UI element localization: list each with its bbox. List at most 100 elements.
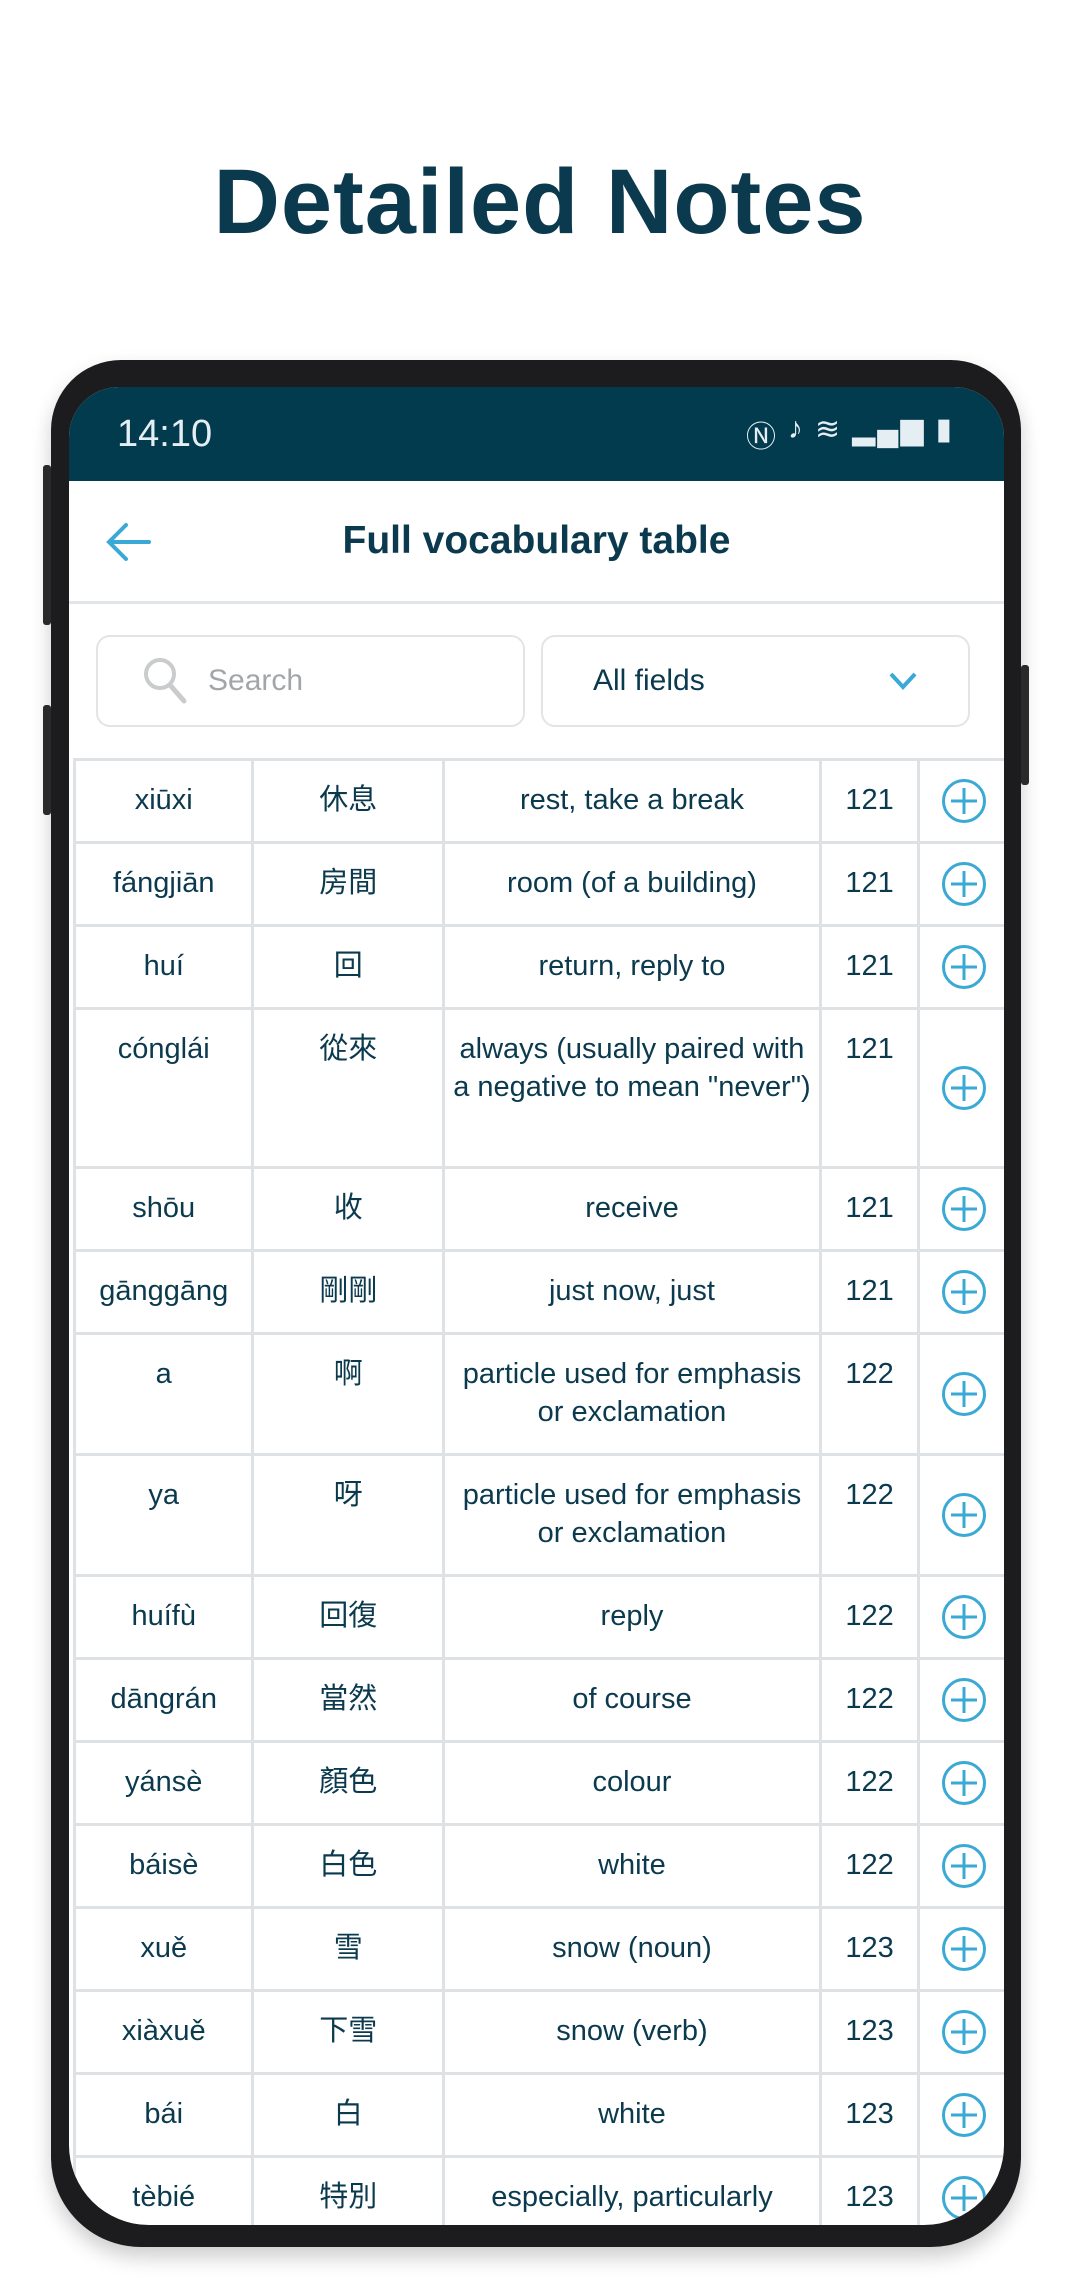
hanzi-cell: 收 — [251, 1166, 445, 1252]
meaning-cell: especially, particularly — [441, 2155, 822, 2225]
status-icons: Ⓝ ♪ ≋ ▂▄▆ ▮ — [746, 412, 954, 456]
lesson-cell: 121 — [820, 1007, 921, 1169]
meaning-cell: of course — [441, 1657, 822, 1743]
search-input[interactable]: Search — [96, 635, 525, 727]
meaning-cell: always (usually paired with a negative t… — [441, 1007, 822, 1169]
pinyin-cell: xiàxuě — [72, 1989, 255, 2075]
add-cell — [917, 758, 1004, 844]
add-circle-icon[interactable] — [942, 1493, 987, 1537]
add-cell — [917, 1007, 1004, 1169]
hanzi-cell: 白 — [251, 2072, 445, 2158]
table-row: tèbié 特別 especially, particularly 123 — [72, 2155, 1004, 2225]
meaning-cell: white — [441, 1823, 822, 1909]
hanzi-cell: 特別 — [251, 2155, 445, 2225]
pinyin-cell: huí — [72, 924, 255, 1010]
table-row: yánsè 顏色 colour 122 — [72, 1740, 1004, 1826]
hanzi-cell: 顏色 — [251, 1740, 445, 1826]
lesson-cell: 122 — [820, 1740, 921, 1826]
table-row: cónglái 從來 always (usually paired with a n… — [72, 1007, 1004, 1169]
add-cell — [917, 2072, 1004, 2158]
meaning-cell: just now, just — [441, 1249, 822, 1335]
add-cell — [917, 1453, 1004, 1577]
add-circle-icon[interactable] — [942, 1761, 987, 1805]
table-row: bái 白 white 123 — [72, 2072, 1004, 2158]
volume-button — [43, 465, 51, 625]
pinyin-cell: cónglái — [72, 1007, 255, 1169]
headline: Detailed Notes — [213, 151, 867, 253]
add-cell — [917, 1574, 1004, 1660]
meaning-cell: particle used for emphasis or exclamatio… — [441, 1332, 822, 1456]
lesson-cell: 122 — [820, 1453, 921, 1577]
wifi-icon: ≋ — [814, 413, 843, 446]
meaning-cell: white — [441, 2072, 822, 2158]
page-title: Full vocabulary table — [342, 519, 731, 562]
lesson-cell: 123 — [820, 2155, 921, 2225]
add-circle-icon[interactable] — [942, 1595, 987, 1639]
add-circle-icon[interactable] — [942, 1927, 987, 1971]
nfc-icon: Ⓝ — [745, 421, 778, 454]
add-cell — [917, 1657, 1004, 1743]
lesson-cell: 121 — [820, 1166, 921, 1252]
hanzi-cell: 休息 — [251, 758, 445, 844]
add-circle-icon[interactable] — [942, 2093, 987, 2137]
battery-charging-icon: ▮ — [935, 413, 954, 446]
add-circle-icon[interactable] — [942, 2010, 987, 2054]
bixby-button — [43, 705, 51, 815]
status-time: 14:10 — [117, 412, 213, 455]
table-row: xiūxi 休息 rest, take a break 121 — [72, 758, 1004, 844]
hanzi-cell: 回 — [251, 924, 445, 1010]
lesson-cell: 122 — [820, 1574, 921, 1660]
table-row: gānggāng 剛剛 just now, just 121 — [72, 1249, 1004, 1335]
add-circle-icon[interactable] — [942, 945, 987, 989]
lesson-cell: 121 — [820, 1249, 921, 1335]
search-icon — [144, 658, 187, 704]
table-row: xiàxuě 下雪 snow (verb) 123 — [72, 1989, 1004, 2075]
pinyin-cell: shōu — [72, 1166, 255, 1252]
hanzi-cell: 房間 — [251, 841, 445, 927]
hanzi-cell: 剛剛 — [251, 1249, 445, 1335]
add-cell — [917, 1823, 1004, 1909]
meaning-cell: receive — [441, 1166, 822, 1252]
add-circle-icon[interactable] — [942, 1844, 987, 1888]
add-circle-icon[interactable] — [942, 1678, 987, 1722]
filter-row: Search All fields — [69, 604, 1004, 758]
add-circle-icon[interactable] — [942, 1372, 987, 1416]
add-circle-icon[interactable] — [942, 779, 987, 823]
pinyin-cell: bái — [72, 2072, 255, 2158]
arrow-left-icon[interactable] — [104, 517, 154, 567]
add-circle-icon[interactable] — [942, 1270, 987, 1314]
pinyin-cell: gānggāng — [72, 1249, 255, 1335]
chevron-down-icon — [889, 672, 917, 690]
add-cell — [917, 1906, 1004, 1992]
lesson-cell: 121 — [820, 924, 921, 1010]
table-row: a 啊 particle used for emphasis or exclamat… — [72, 1332, 1004, 1456]
hanzi-cell: 白色 — [251, 1823, 445, 1909]
add-circle-icon[interactable] — [942, 1066, 987, 1110]
vibrate-icon: ♪ — [787, 412, 805, 445]
hanzi-cell: 雪 — [251, 1906, 445, 1992]
lesson-cell: 123 — [820, 1906, 921, 1992]
status-bar: 14:10 Ⓝ ♪ ≋ ▂▄▆ ▮ — [69, 387, 1004, 481]
screen: 14:10 Ⓝ ♪ ≋ ▂▄▆ ▮ Full vocabulary table … — [69, 387, 1004, 2225]
hanzi-cell: 呀 — [251, 1453, 445, 1577]
add-circle-icon[interactable] — [942, 1187, 987, 1231]
field-select[interactable]: All fields — [541, 635, 970, 727]
meaning-cell: snow (verb) — [441, 1989, 822, 2075]
add-circle-icon[interactable] — [942, 2176, 987, 2220]
table-row: huí 回 return, reply to 121 — [72, 924, 1004, 1010]
table-row: shōu 收 receive 121 — [72, 1166, 1004, 1252]
lesson-cell: 123 — [820, 1989, 921, 2075]
hanzi-cell: 下雪 — [251, 1989, 445, 2075]
pinyin-cell: huífù — [72, 1574, 255, 1660]
lesson-cell: 121 — [820, 841, 921, 927]
app-bar: Full vocabulary table — [69, 481, 1004, 604]
add-circle-icon[interactable] — [942, 862, 987, 906]
add-cell — [917, 1989, 1004, 2075]
add-cell — [917, 1332, 1004, 1456]
phone-frame: 14:10 Ⓝ ♪ ≋ ▂▄▆ ▮ Full vocabulary table … — [43, 360, 1029, 2247]
table-row: fángjiān 房間 room (of a building) 121 — [72, 841, 1004, 927]
pinyin-cell: xuě — [72, 1906, 255, 1992]
lesson-cell: 121 — [820, 758, 921, 844]
add-cell — [917, 2155, 1004, 2225]
meaning-cell: return, reply to — [441, 924, 822, 1010]
